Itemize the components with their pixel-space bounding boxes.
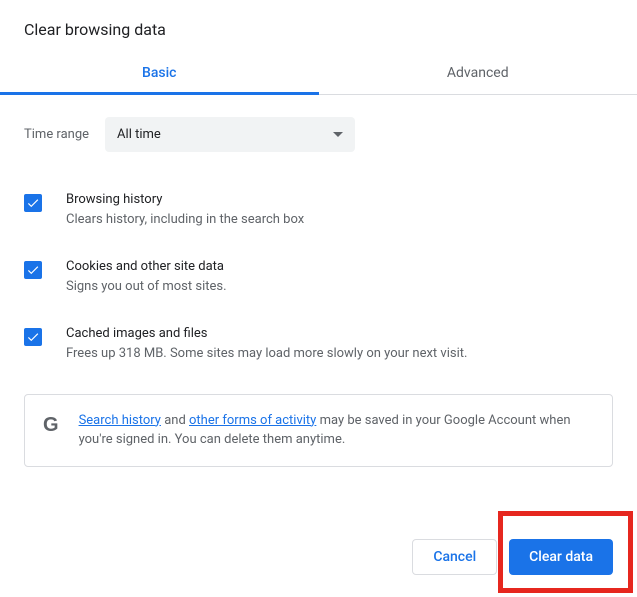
link-search-history[interactable]: Search history bbox=[79, 413, 161, 428]
time-range-select[interactable]: All time bbox=[105, 117, 355, 152]
clear-browsing-data-dialog: Clear browsing data Basic Advanced Time … bbox=[0, 0, 637, 467]
notice-text: Search history and other forms of activi… bbox=[79, 411, 594, 450]
item-desc: Clears history, including in the search … bbox=[66, 211, 613, 229]
list-item: Cookies and other site data Signs you ou… bbox=[24, 259, 613, 296]
clear-data-button[interactable]: Clear data bbox=[509, 539, 613, 575]
check-icon bbox=[26, 263, 40, 277]
tab-bar: Basic Advanced bbox=[0, 53, 637, 95]
google-account-notice: G Search history and other forms of acti… bbox=[24, 394, 613, 467]
item-desc: Frees up 318 MB. Some sites may load mor… bbox=[66, 345, 613, 363]
checkbox-cookies[interactable] bbox=[24, 261, 42, 279]
dialog-title: Clear browsing data bbox=[0, 0, 637, 53]
list-item: Cached images and files Frees up 318 MB.… bbox=[24, 326, 613, 363]
checkbox-cache[interactable] bbox=[24, 328, 42, 346]
time-range-row: Time range All time bbox=[24, 117, 613, 152]
list-item: Browsing history Clears history, includi… bbox=[24, 192, 613, 229]
checkbox-browsing-history[interactable] bbox=[24, 194, 42, 212]
item-title: Browsing history bbox=[66, 192, 613, 207]
check-icon bbox=[26, 330, 40, 344]
chevron-down-icon bbox=[333, 127, 343, 142]
data-type-list: Browsing history Clears history, includi… bbox=[24, 192, 613, 364]
tab-advanced[interactable]: Advanced bbox=[319, 53, 637, 94]
item-title: Cached images and files bbox=[66, 326, 613, 341]
tab-basic[interactable]: Basic bbox=[0, 53, 319, 94]
google-logo-icon: G bbox=[43, 415, 59, 435]
item-title: Cookies and other site data bbox=[66, 259, 613, 274]
time-range-value: All time bbox=[117, 127, 161, 142]
time-range-label: Time range bbox=[24, 127, 89, 142]
check-icon bbox=[26, 196, 40, 210]
item-desc: Signs you out of most sites. bbox=[66, 278, 613, 296]
link-other-activity[interactable]: other forms of activity bbox=[189, 413, 316, 428]
dialog-footer: Cancel Clear data bbox=[388, 539, 637, 575]
cancel-button[interactable]: Cancel bbox=[412, 539, 497, 575]
